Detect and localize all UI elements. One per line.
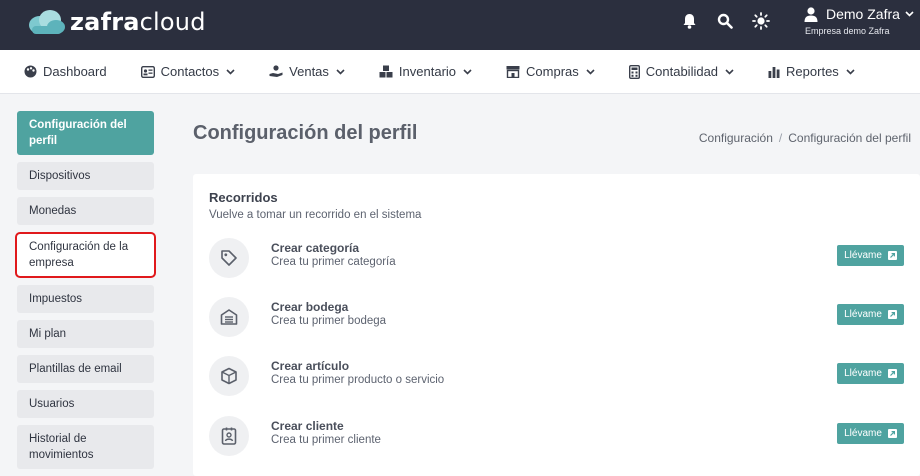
bell-icon[interactable]	[680, 12, 698, 30]
breadcrumb-link[interactable]: Configuración	[699, 131, 773, 145]
tours-card: Recorridos Vuelve a tomar un recorrido e…	[193, 174, 920, 476]
nav-reportes[interactable]: Reportes	[768, 64, 855, 79]
sidebar-item-label: Plantillas de email	[29, 363, 122, 375]
calculator-icon	[628, 64, 640, 79]
tour-title: Crear cliente	[271, 419, 344, 433]
nav-compras-label: Compras	[526, 64, 579, 79]
nav-contactos-label: Contactos	[160, 64, 220, 79]
breadcrumb-current: Configuración del perfil	[788, 131, 911, 145]
nav-reportes-label: Reportes	[786, 64, 839, 79]
logo-text-light: cloud	[139, 8, 206, 36]
external-arrow-icon	[887, 369, 897, 378]
tour-title: Crear artículo	[271, 359, 350, 373]
hand-money-icon	[269, 65, 283, 78]
llevame-button[interactable]: Llévame	[837, 245, 904, 266]
tag-icon	[209, 238, 249, 278]
sidebar-item-impuestos[interactable]: Impuestos	[17, 285, 154, 313]
tour-desc: Crea tu primer bodega	[271, 315, 387, 327]
user-name: Demo Zafra	[826, 6, 900, 22]
sidebar-item-label: Historial de movimientos	[29, 433, 94, 461]
contact-badge-icon	[209, 416, 249, 456]
main-navbar: Dashboard Contactos Ventas Inventario Co…	[0, 50, 920, 94]
chevron-down-icon	[586, 68, 595, 75]
sidebar-item-label: Configuración del perfil	[29, 119, 127, 147]
settings-sidebar: Configuración del perfil Dispositivos Mo…	[15, 111, 156, 476]
chevron-down-icon	[905, 11, 914, 17]
external-arrow-icon	[887, 251, 897, 260]
tour-desc: Crea tu primer cliente	[271, 434, 381, 446]
external-arrow-icon	[887, 310, 897, 319]
llevame-button[interactable]: Llévame	[837, 304, 904, 325]
sidebar-item-monedas[interactable]: Monedas	[17, 197, 154, 225]
chevron-down-icon	[846, 68, 855, 75]
tour-desc: Crea tu primer producto o servicio	[271, 374, 445, 386]
id-card-icon	[140, 65, 155, 78]
sidebar-item-label: Dispositivos	[29, 170, 91, 182]
page-title: Configuración del perfil	[193, 122, 418, 144]
palette-icon	[24, 65, 37, 78]
chevron-down-icon	[463, 68, 472, 75]
logo-text-bold: zafra	[70, 8, 140, 36]
sidebar-item-label: Mi plan	[29, 328, 67, 340]
nav-contabilidad-label: Contabilidad	[645, 64, 719, 79]
nav-contactos[interactable]: Contactos	[140, 64, 236, 79]
nav-inventario-label: Inventario	[398, 64, 457, 79]
external-arrow-icon	[887, 429, 897, 438]
sidebar-item-label: Usuarios	[29, 398, 75, 410]
sidebar-item-label: Impuestos	[29, 293, 83, 305]
sidebar-item-usuarios[interactable]: Usuarios	[17, 390, 154, 418]
tours-title: Recorridos	[209, 190, 278, 205]
nav-ventas-label: Ventas	[289, 64, 329, 79]
chevron-down-icon	[336, 68, 345, 75]
warehouse-icon	[209, 297, 249, 337]
nav-dashboard-label: Dashboard	[43, 64, 107, 79]
sidebar-item-label: Monedas	[29, 205, 77, 217]
cloud-logo-icon	[29, 10, 65, 34]
tours-subtitle: Vuelve a tomar un recorrido en el sistem…	[209, 209, 422, 221]
tour-title: Crear bodega	[271, 300, 349, 314]
nav-compras[interactable]: Compras	[506, 64, 595, 79]
nav-ventas[interactable]: Ventas	[269, 64, 345, 79]
company-name: Empresa demo Zafra	[805, 26, 890, 36]
nav-contabilidad[interactable]: Contabilidad	[628, 64, 734, 79]
sidebar-item-label: Configuración de la empresa	[29, 241, 129, 269]
sidebar-item-dispositivos[interactable]: Dispositivos	[17, 162, 154, 190]
sidebar-item-configuracion-empresa[interactable]: Configuración de la empresa	[15, 232, 156, 278]
sidebar-item-historial-movimientos[interactable]: Historial de movimientos	[17, 425, 154, 469]
bar-chart-icon	[768, 66, 780, 78]
sidebar-item-mi-plan[interactable]: Mi plan	[17, 320, 154, 348]
tour-desc: Crea tu primer categoría	[271, 256, 396, 268]
boxes-icon	[379, 65, 393, 78]
llevame-button[interactable]: Llévame	[837, 363, 904, 384]
tour-item-cliente: Crear cliente Crea tu primer cliente Llé…	[209, 416, 904, 456]
sun-icon[interactable]	[752, 12, 770, 30]
user-menu[interactable]: Demo Zafra Empresa demo Zafra	[804, 6, 914, 36]
sidebar-item-plantillas-email[interactable]: Plantillas de email	[17, 355, 154, 383]
top-header: zafracloud Demo Zafra Empresa demo Zafra	[0, 0, 920, 50]
tour-item-articulo: Crear artículo Crea tu primer producto o…	[209, 356, 904, 396]
user-icon	[804, 6, 818, 22]
chevron-down-icon	[226, 68, 235, 75]
tour-item-categoria: Crear categoría Crea tu primer categoría…	[209, 238, 904, 278]
search-icon[interactable]	[716, 12, 734, 30]
store-icon	[506, 65, 520, 78]
box-icon	[209, 356, 249, 396]
llevame-button[interactable]: Llévame	[837, 423, 904, 444]
tour-item-bodega: Crear bodega Crea tu primer bodega Lléva…	[209, 297, 904, 337]
logo[interactable]: zafracloud	[26, 8, 206, 36]
nav-dashboard[interactable]: Dashboard	[24, 64, 107, 79]
nav-inventario[interactable]: Inventario	[379, 64, 472, 79]
sidebar-item-configuracion-perfil[interactable]: Configuración del perfil	[17, 111, 154, 155]
tour-title: Crear categoría	[271, 241, 360, 255]
chevron-down-icon	[725, 68, 734, 75]
breadcrumb: Configuración / Configuración del perfil	[698, 131, 911, 145]
